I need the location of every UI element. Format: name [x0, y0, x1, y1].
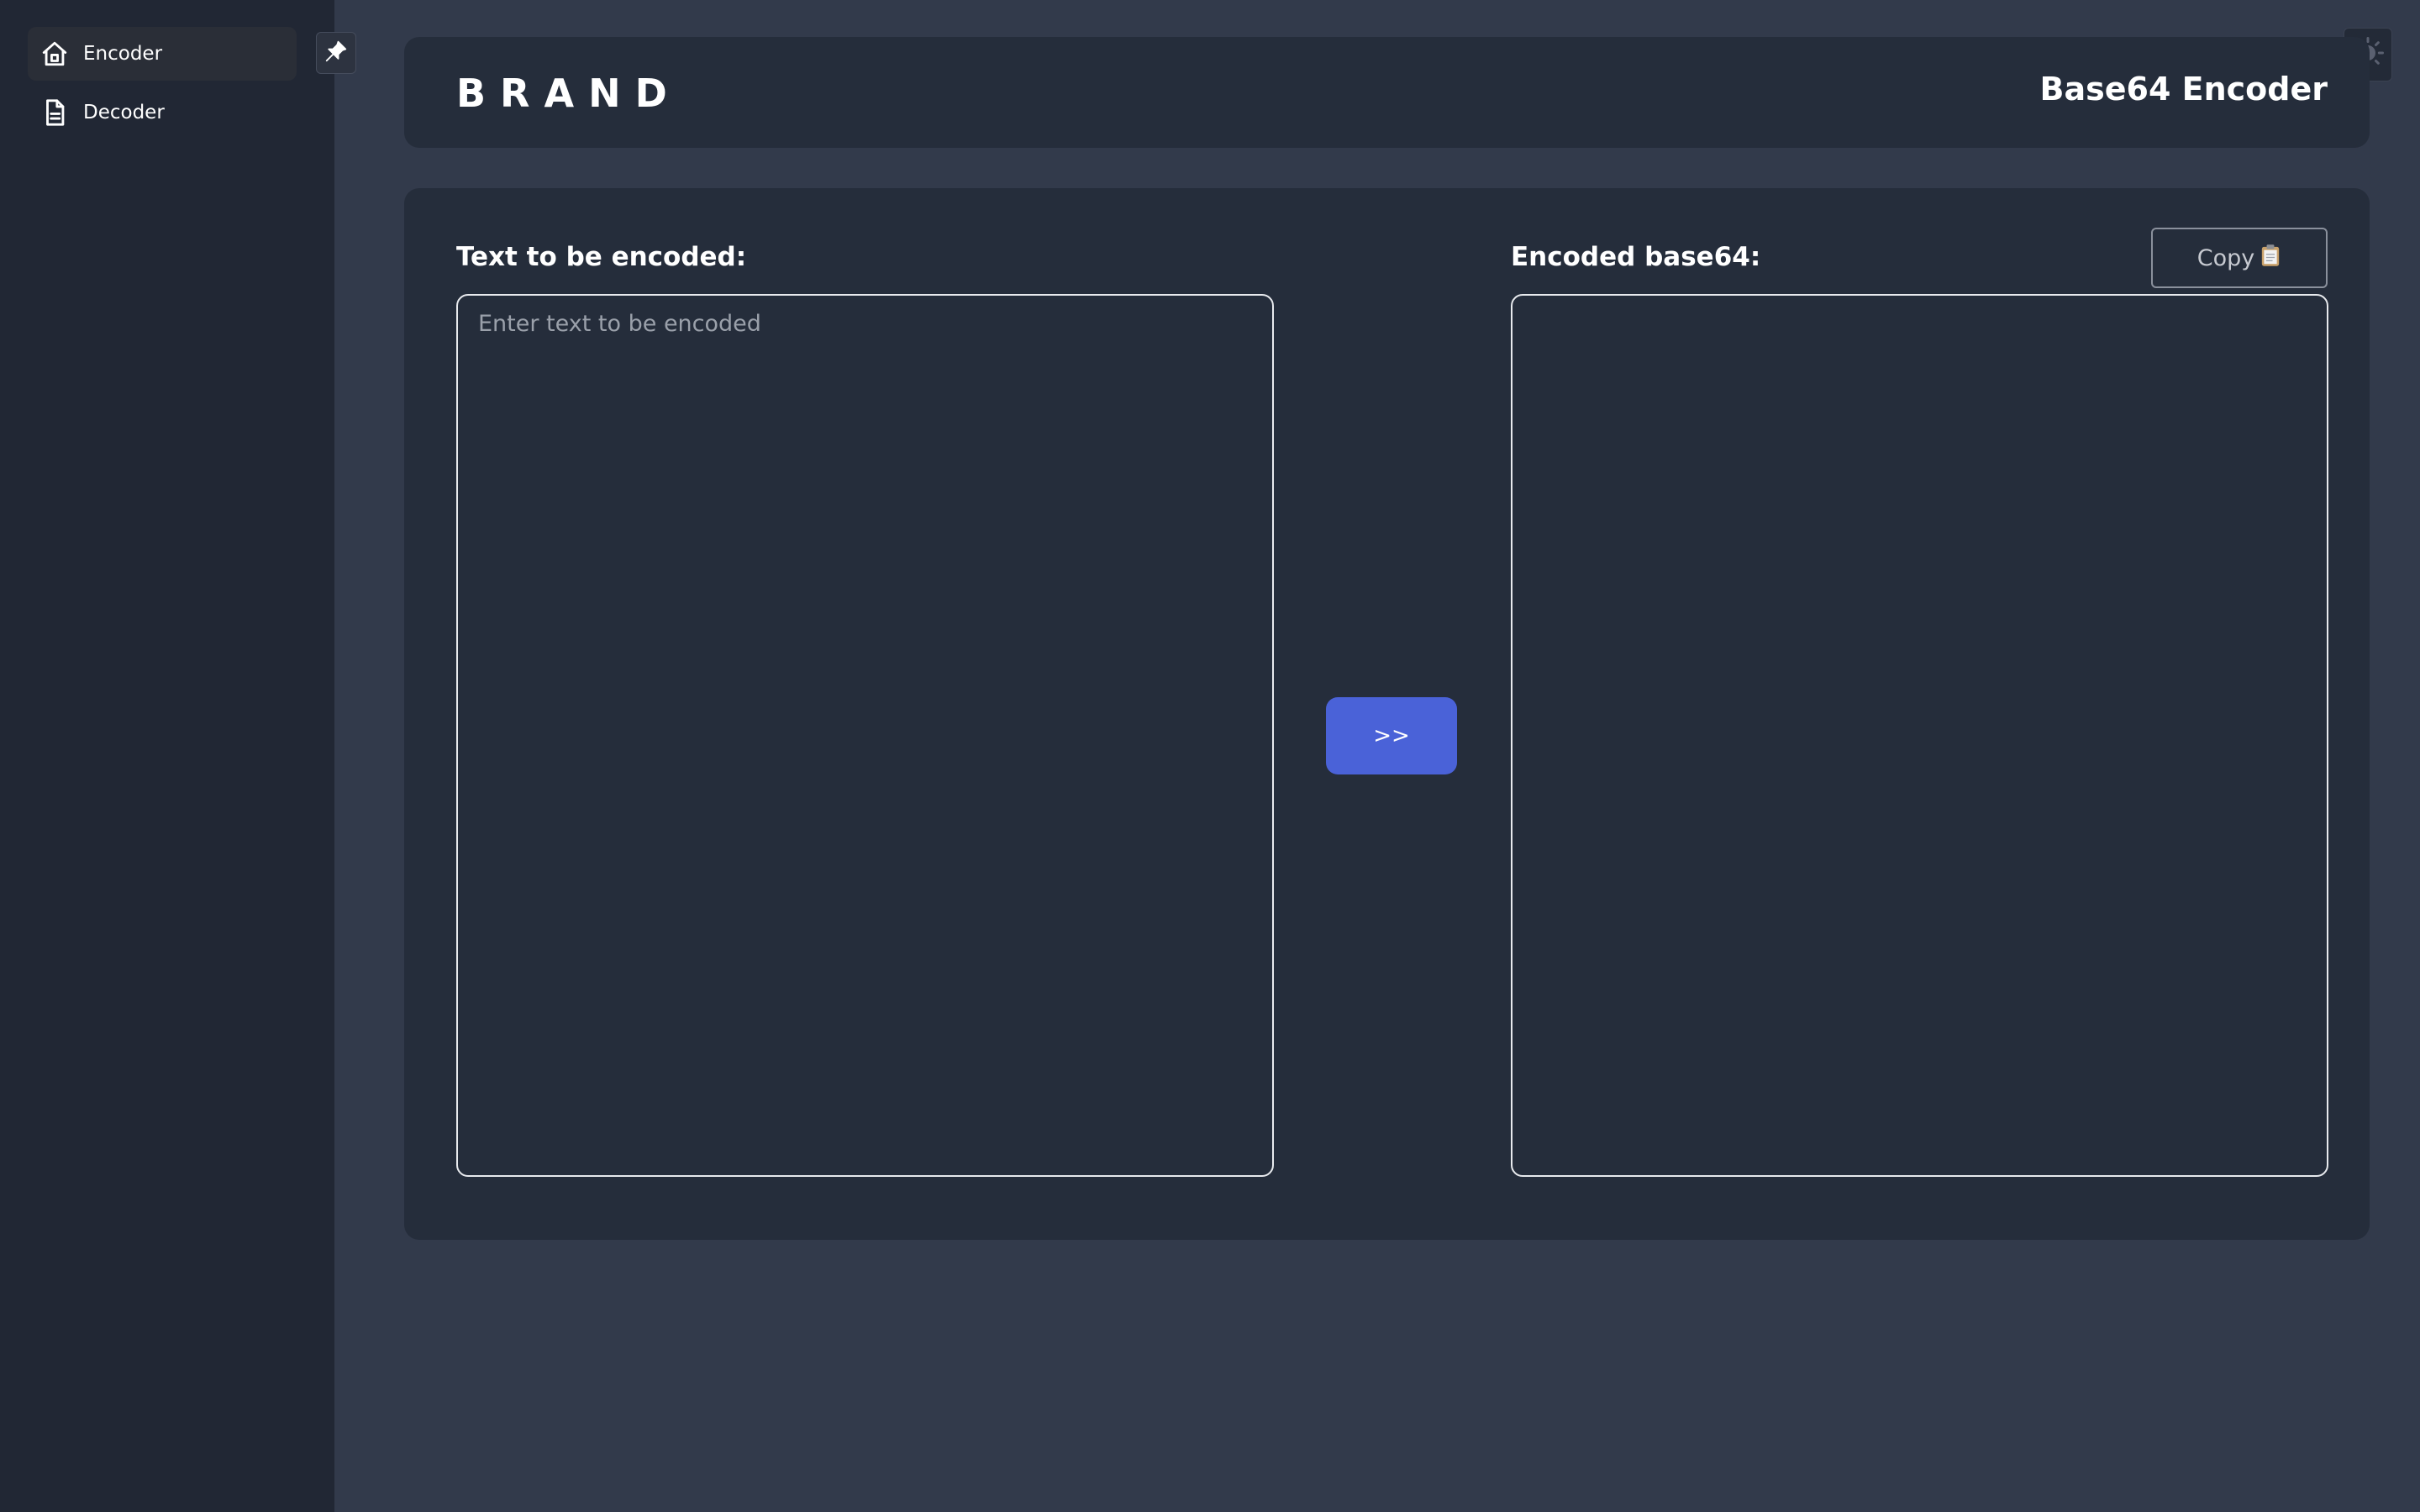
- home-icon: [28, 27, 82, 81]
- sidebar-item-label: Decoder: [83, 102, 165, 123]
- document-icon: [28, 86, 82, 139]
- output-field[interactable]: [1511, 294, 2328, 1177]
- pin-icon: [324, 39, 349, 67]
- copy-button-label: Copy: [2196, 244, 2255, 271]
- clipboard-icon: [2260, 244, 2281, 273]
- input-label: Text to be encoded:: [456, 242, 747, 272]
- text-input[interactable]: [456, 294, 1274, 1177]
- page-title: Base64 Encoder: [2039, 71, 2328, 108]
- sidebar-item-encoder[interactable]: Encoder: [28, 27, 297, 81]
- encode-button[interactable]: >>: [1326, 697, 1457, 774]
- encoder-panel: Text to be encoded: >> Encoded base64: C…: [404, 188, 2370, 1240]
- pin-sidebar-button[interactable]: [316, 32, 356, 74]
- copy-button[interactable]: Copy: [2151, 228, 2328, 288]
- sidebar-item-label: Encoder: [83, 43, 163, 65]
- header: BRAND Base64 Encoder: [404, 37, 2370, 148]
- output-label: Encoded base64:: [1511, 242, 1761, 272]
- sidebar: Encoder Decoder: [0, 0, 334, 1512]
- sidebar-item-decoder[interactable]: Decoder: [28, 86, 297, 139]
- brand-logo: BRAND: [456, 71, 681, 116]
